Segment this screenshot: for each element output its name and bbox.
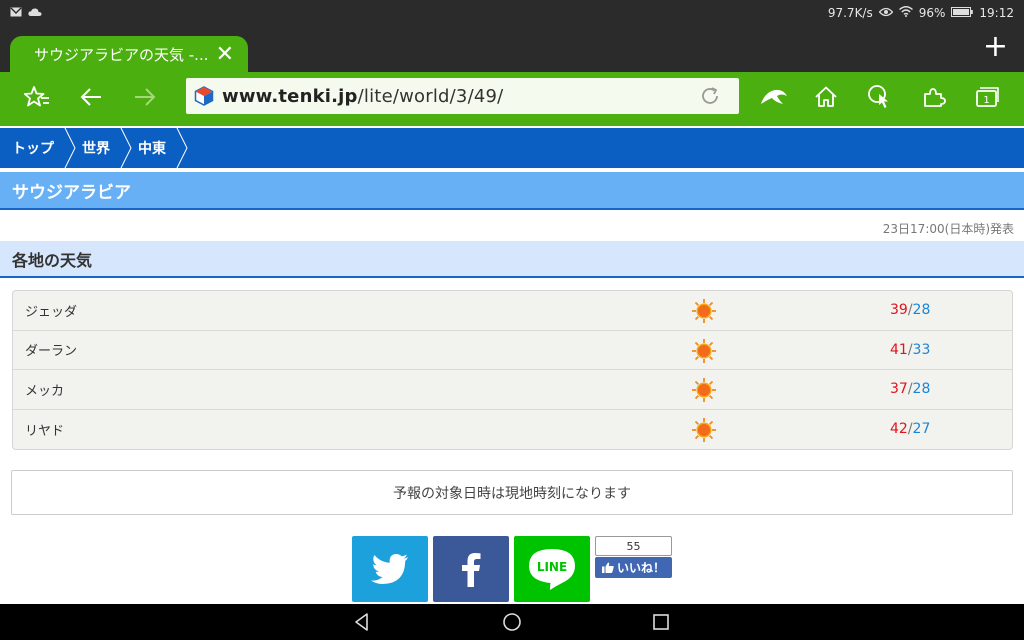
eye-icon: [878, 6, 894, 20]
addons-puzzle-icon[interactable]: [919, 82, 949, 112]
site-favicon-icon: [194, 86, 214, 106]
temp-high: 41: [890, 341, 908, 358]
thumbs-up-icon: [601, 562, 614, 573]
temp-low: 28: [912, 302, 931, 319]
url-path: /lite/world/3/49/: [357, 85, 504, 107]
sun-icon: [691, 377, 717, 407]
forward-arrow-icon[interactable]: [130, 82, 160, 112]
facebook-f-icon: [462, 553, 481, 587]
table-row[interactable]: ダーラン 41/33: [13, 331, 1012, 370]
table-row[interactable]: ジェッダ 39/28: [13, 291, 1012, 331]
temp-low: 33: [912, 341, 931, 358]
clock: 19:12: [979, 6, 1014, 20]
breadcrumb: トップ 世界 中東: [0, 128, 1024, 168]
facebook-like-widget[interactable]: 55 いいね！: [595, 536, 672, 580]
sun-icon: [691, 338, 717, 368]
system-nav-bar: [0, 604, 1024, 640]
city-weather-table: ジェッダ 39/28 ダーラン 41/33 メッカ 37/28 リヤド 42/2…: [12, 290, 1013, 450]
city-name: ジェッダ: [25, 304, 78, 320]
url-host: www.tenki.jp: [222, 85, 358, 107]
nav-back-icon[interactable]: [352, 612, 372, 632]
breadcrumb-item-top[interactable]: トップ: [0, 128, 76, 168]
reload-icon[interactable]: [699, 85, 721, 111]
nav-recents-icon[interactable]: [651, 612, 671, 632]
tab-title: サウジアラビアの天気 -...: [34, 45, 209, 64]
line-share-button[interactable]: LINE: [514, 536, 590, 602]
net-speed: 97.7K/s: [827, 6, 873, 20]
home-icon[interactable]: [811, 82, 841, 112]
mail-icon: [10, 6, 22, 20]
tab-active[interactable]: サウジアラビアの天気 -... ✕: [10, 36, 248, 72]
breadcrumb-chevron-icon: [176, 128, 188, 168]
address-bar[interactable]: www.tenki.jp/lite/world/3/49/: [186, 78, 739, 114]
new-tab-icon[interactable]: +: [983, 32, 1008, 62]
wifi-icon: [898, 6, 913, 20]
city-name: ダーラン: [25, 344, 78, 360]
breadcrumb-item-middle-east[interactable]: 中東: [126, 128, 188, 168]
line-label: LINE: [537, 560, 567, 574]
svg-text:1: 1: [983, 95, 989, 106]
gesture-icon[interactable]: [865, 82, 895, 112]
twitter-bird-icon: [371, 554, 408, 584]
facebook-share-button[interactable]: [433, 536, 509, 602]
close-tab-icon[interactable]: ✕: [216, 42, 234, 67]
table-row[interactable]: リヤド 42/27: [13, 410, 1012, 450]
table-row[interactable]: メッカ 37/28: [13, 370, 1012, 410]
temperature: 42/27: [890, 421, 931, 438]
browser-toolbar: www.tenki.jp/lite/world/3/49/ 1: [0, 72, 1024, 122]
temp-low: 27: [912, 421, 931, 438]
temperature: 41/33: [890, 341, 931, 358]
tab-bar: サウジアラビアの天気 -... ✕ +: [0, 26, 1024, 72]
temp-high: 39: [890, 302, 908, 319]
breadcrumb-item-world[interactable]: 世界: [70, 128, 132, 168]
city-name: リヤド: [25, 423, 65, 439]
battery-percent: 96%: [918, 6, 946, 20]
like-label: いいね！: [616, 561, 665, 575]
dolphin-gesture-icon[interactable]: [758, 82, 790, 112]
cloud-icon: [28, 6, 42, 20]
nav-home-icon[interactable]: [502, 612, 522, 632]
web-page: トップ 世界 中東 サウジアラビア 23日17:00(日本時)発表 各地の天気 …: [0, 126, 1024, 604]
status-bar: 97.7K/s 96% 19:12: [0, 0, 1024, 26]
timezone-note: 予報の対象日時は現地時刻になります: [11, 470, 1013, 515]
battery-icon: [951, 6, 974, 20]
temperature: 37/28: [890, 381, 931, 398]
url-text: www.tenki.jp/lite/world/3/49/: [222, 86, 503, 107]
temp-high: 37: [890, 381, 908, 398]
sun-icon: [691, 298, 717, 328]
issued-time: 23日17:00(日本時)発表: [882, 222, 1014, 236]
back-arrow-icon[interactable]: [76, 82, 106, 112]
city-name: メッカ: [25, 383, 65, 399]
sun-icon: [691, 417, 717, 447]
line-bubble-icon: LINE: [529, 549, 575, 590]
temp-low: 28: [912, 381, 931, 398]
temperature: 39/28: [890, 302, 931, 319]
section-title: 各地の天気: [0, 241, 1024, 278]
region-title: サウジアラビア: [0, 172, 1024, 210]
twitter-share-button[interactable]: [352, 536, 428, 602]
tabs-count-icon[interactable]: 1: [972, 82, 1002, 112]
bookmark-star-icon[interactable]: [22, 82, 52, 112]
like-count: 55: [595, 536, 672, 556]
like-button[interactable]: いいね！: [595, 557, 672, 578]
temp-high: 42: [890, 421, 908, 438]
